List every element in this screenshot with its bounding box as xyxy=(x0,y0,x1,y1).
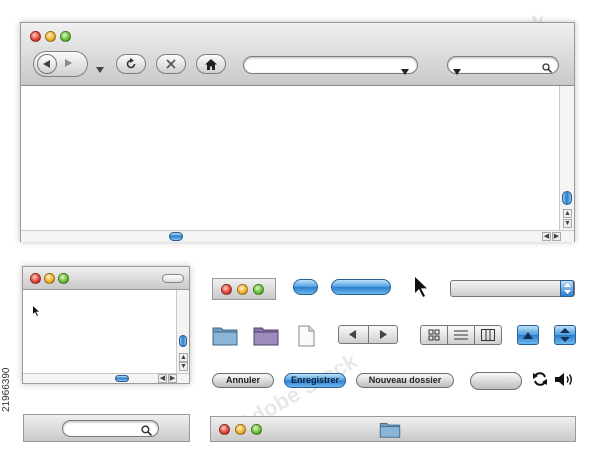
purple-folder-icon xyxy=(253,327,279,346)
close-button[interactable] xyxy=(219,424,230,435)
popup-select[interactable] xyxy=(450,280,575,297)
document-icon xyxy=(298,325,315,347)
stock-id: 21966390 xyxy=(1,367,12,413)
close-button[interactable] xyxy=(30,31,41,42)
scroll-up-arrow-icon[interactable]: ▲ xyxy=(563,209,572,218)
horizontal-scroll-thumb[interactable] xyxy=(169,232,183,241)
stop-button[interactable] xyxy=(156,54,186,74)
close-button[interactable] xyxy=(221,284,232,295)
search-field[interactable] xyxy=(447,56,559,75)
up-down-arrows-icon xyxy=(560,328,570,342)
reload-icon xyxy=(126,58,136,69)
scroll-up-arrow-icon[interactable]: ▲ xyxy=(179,353,188,362)
column-view-icon[interactable] xyxy=(475,326,501,344)
vertical-scrollbar[interactable]: ▲ ▼ xyxy=(176,290,189,373)
forward-arrow-icon[interactable] xyxy=(63,55,73,73)
up-arrow-button[interactable] xyxy=(517,325,539,345)
minimize-button[interactable] xyxy=(237,284,248,295)
history-dropdown-icon[interactable] xyxy=(96,60,104,78)
vertical-scroll-thumb[interactable] xyxy=(562,191,572,205)
window-titlebar xyxy=(210,416,576,442)
icon-view-icon[interactable] xyxy=(421,326,448,344)
reload-button[interactable] xyxy=(116,54,146,74)
up-arrow-icon xyxy=(523,331,533,339)
view-switcher xyxy=(420,325,502,345)
vertical-scroll-thumb[interactable] xyxy=(179,335,187,347)
cancel-button[interactable]: Annuler xyxy=(212,373,274,388)
mouse-pointer-icon xyxy=(415,277,429,302)
back-forward-segmented xyxy=(338,325,398,344)
small-blue-button[interactable] xyxy=(293,279,318,295)
speaker-icon[interactable] xyxy=(555,372,575,392)
scroll-right-arrow-icon[interactable]: ▶ xyxy=(552,232,561,241)
blue-folder-icon xyxy=(212,327,238,346)
back-arrow-icon[interactable] xyxy=(339,326,369,343)
scroll-left-arrow-icon[interactable]: ◀ xyxy=(158,374,167,383)
zoom-button[interactable] xyxy=(58,273,69,284)
back-forward-control xyxy=(33,51,88,77)
close-button[interactable] xyxy=(30,273,41,284)
horizontal-scroll-thumb[interactable] xyxy=(115,375,129,382)
address-bar[interactable] xyxy=(243,56,418,75)
new-folder-button[interactable]: Nouveau dossier xyxy=(356,373,454,388)
search-icon[interactable] xyxy=(542,60,553,78)
minimize-button[interactable] xyxy=(235,424,246,435)
stepper-button[interactable] xyxy=(554,325,576,345)
blue-folder-icon xyxy=(379,423,401,438)
scroll-left-arrow-icon[interactable]: ◀ xyxy=(542,232,551,241)
titlebar-widget xyxy=(212,278,276,300)
browser-window: ▲ ▼ ◀ ▶ xyxy=(20,22,575,242)
blank-gray-button[interactable] xyxy=(470,372,522,390)
vertical-scrollbar[interactable]: ▲ ▼ xyxy=(559,86,574,230)
save-button[interactable]: Enregistrer xyxy=(284,373,346,388)
browser-toolbar xyxy=(20,22,575,86)
browser-content-area xyxy=(21,86,559,230)
toolbar-toggle-button[interactable] xyxy=(162,274,184,283)
small-window: ▲ ▼ ◀ ▶ xyxy=(22,266,190,384)
small-window-titlebar xyxy=(22,266,190,290)
list-view-icon[interactable] xyxy=(448,326,475,344)
stop-icon xyxy=(166,59,176,69)
select-stepper-icon xyxy=(560,280,574,297)
scroll-down-arrow-icon[interactable]: ▼ xyxy=(563,219,572,228)
horizontal-scrollbar[interactable]: ◀ ▶ xyxy=(23,373,189,383)
home-button[interactable] xyxy=(196,54,226,74)
back-arrow-icon[interactable] xyxy=(37,54,57,74)
horizontal-scrollbar[interactable]: ◀ ▶ xyxy=(21,230,574,242)
minimize-button[interactable] xyxy=(45,31,56,42)
forward-arrow-icon[interactable] xyxy=(369,326,398,343)
search-toolbar xyxy=(23,414,190,442)
scroll-down-arrow-icon[interactable]: ▼ xyxy=(179,362,188,371)
scroll-right-arrow-icon[interactable]: ▶ xyxy=(168,374,177,383)
large-blue-button[interactable] xyxy=(331,279,391,295)
zoom-button[interactable] xyxy=(251,424,262,435)
search-engine-dropdown-icon[interactable] xyxy=(453,62,461,80)
sync-icon[interactable] xyxy=(532,371,548,392)
zoom-button[interactable] xyxy=(60,31,71,42)
zoom-button[interactable] xyxy=(253,284,264,295)
search-field[interactable] xyxy=(62,420,159,437)
home-icon xyxy=(205,58,217,70)
search-icon[interactable] xyxy=(141,423,153,441)
address-dropdown-icon[interactable] xyxy=(401,62,409,80)
minimize-button[interactable] xyxy=(44,273,55,284)
mouse-pointer-icon xyxy=(33,303,40,321)
